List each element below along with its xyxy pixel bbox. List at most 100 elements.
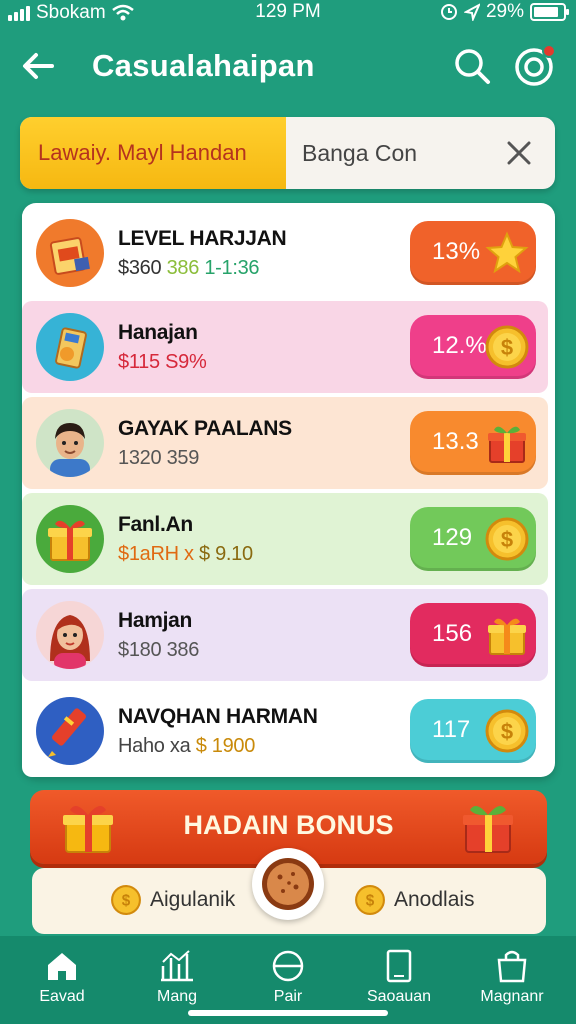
- star-icon: [485, 231, 529, 274]
- close-icon[interactable]: [501, 135, 537, 171]
- item-name: Fanl.An: [118, 513, 193, 536]
- nav-label: Pair: [273, 988, 303, 1005]
- list-item[interactable]: Fanl.An $1aRH x $ 9.10 129 $: [22, 493, 548, 585]
- list-item[interactable]: LEVEL HARJJAN $360 386 1-1:36 13%: [22, 207, 548, 299]
- home-indicator[interactable]: [188, 1010, 388, 1016]
- score-pill[interactable]: 13%: [410, 221, 536, 285]
- svg-text:$: $: [366, 893, 375, 910]
- gift-icon: [488, 618, 526, 655]
- reward-right[interactable]: $ Anodlais: [354, 884, 475, 916]
- item-stats: $360 386 1-1:36: [118, 257, 260, 280]
- item-stat-a: Haho: [118, 735, 165, 757]
- list-item[interactable]: Hamjan $180 386 156: [22, 589, 548, 681]
- location-icon: [463, 3, 480, 21]
- nav-label: Mang: [156, 988, 198, 1005]
- reward-left-label: Aigulanik: [150, 888, 236, 911]
- item-stats: Haho xa $ 1900: [118, 735, 255, 758]
- nav-label: Eavad: [39, 988, 85, 1005]
- item-stat-b: $ 9.10: [198, 543, 253, 565]
- gift-icon: [463, 806, 513, 853]
- item-stat-a: $360: [118, 257, 162, 279]
- coin-icon: $: [485, 517, 529, 561]
- notification-badge: [542, 44, 556, 58]
- home-icon: [48, 953, 76, 980]
- item-stat-a: $1aRH x: [118, 543, 194, 565]
- item-stat-a: $180: [118, 639, 162, 661]
- score-pill[interactable]: 156: [410, 603, 536, 667]
- item-name: Hanajan: [118, 321, 198, 344]
- item-stat-b: 386: [166, 257, 200, 279]
- item-stat-b: 359: [166, 447, 200, 469]
- gift-icon: [488, 426, 526, 463]
- svg-text:$: $: [122, 893, 131, 910]
- nav-label: Saoauan: [366, 988, 432, 1005]
- notifications-button[interactable]: [512, 44, 556, 88]
- reward-right-label: Anodlais: [394, 888, 475, 911]
- coin-icon: $: [485, 709, 529, 753]
- item-stats: $180 386: [118, 639, 199, 662]
- ticket-icon: [36, 313, 104, 381]
- item-stat-a: 1320: [118, 447, 162, 469]
- item-name: Hamjan: [118, 609, 193, 632]
- score-value: 117: [432, 716, 471, 743]
- item-stat-b: S9%: [165, 351, 207, 373]
- ticket-icon: [36, 219, 104, 287]
- page-title: Casualahaipan: [92, 48, 315, 83]
- ranking-list: LEVEL HARJJAN $360 386 1-1:36 13% Hanaja…: [22, 203, 555, 777]
- score-pill[interactable]: 13.3: [410, 411, 536, 475]
- chart-icon: [161, 950, 193, 982]
- coin-icon: $: [355, 885, 385, 915]
- item-stat-c: 1-1:36: [204, 257, 260, 279]
- filter-tab-second[interactable]: Banga Con: [302, 117, 417, 189]
- score-value: 13.3: [432, 428, 479, 455]
- man-avatar: [36, 409, 104, 477]
- compass-icon: [272, 950, 304, 982]
- item-stat-c: $ 1900: [195, 735, 256, 757]
- item-stat-b: 386: [166, 639, 200, 661]
- coin-icon: $: [485, 325, 529, 369]
- svg-text:$: $: [501, 719, 513, 744]
- app-header: Casualahaipan: [0, 28, 576, 104]
- score-value: 156: [432, 620, 473, 647]
- svg-text:$: $: [501, 527, 513, 552]
- nav-item-home[interactable]: Eavad: [6, 948, 118, 1006]
- nav-item-magnanr[interactable]: Magnanr: [456, 948, 568, 1006]
- back-arrow-icon[interactable]: [18, 46, 58, 86]
- list-item[interactable]: Hanajan $115 S9% 12.% $: [22, 301, 548, 393]
- item-name: GAYAK PAALANS: [118, 417, 292, 440]
- item-stat-b: xa: [169, 735, 191, 757]
- nav-item-pair[interactable]: Pair: [232, 948, 344, 1006]
- nav-item-saoauan[interactable]: Saoauan: [343, 948, 455, 1006]
- card-icon: [386, 949, 412, 983]
- filter-tab-active[interactable]: Lawaiy. Mayl Handan: [20, 117, 286, 189]
- item-stats: $1aRH x $ 9.10: [118, 543, 253, 566]
- status-bar: Sbokam 129 PM 29%: [0, 0, 576, 26]
- bag-icon: [497, 950, 527, 983]
- alarm-icon: [440, 4, 457, 20]
- score-value: 12.%: [432, 332, 487, 359]
- score-pill[interactable]: 12.% $: [410, 315, 536, 379]
- filter-bar: Lawaiy. Mayl Handan Banga Con: [20, 117, 555, 189]
- reward-left[interactable]: $ Aigulanik: [110, 884, 235, 916]
- list-item[interactable]: GAYAK PAALANS 1320 359 13.3: [22, 397, 548, 489]
- coin-icon: $: [111, 885, 141, 915]
- score-pill[interactable]: 129 $: [410, 507, 536, 571]
- score-value: 13%: [432, 238, 481, 265]
- crayon-icon: [36, 697, 104, 765]
- item-name: LEVEL HARJJAN: [118, 227, 287, 250]
- woman-avatar: [36, 601, 104, 669]
- cookie-button[interactable]: [252, 848, 324, 920]
- svg-text:$: $: [501, 335, 513, 360]
- item-name: NAVQHAN HARMAN: [118, 705, 318, 728]
- list-item[interactable]: NAVQHAN HARMAN Haho xa $ 1900 117 $: [22, 685, 548, 777]
- item-stats: 1320 359: [118, 447, 199, 470]
- nav-item-mang[interactable]: Mang: [121, 948, 233, 1006]
- item-stats: $115 S9%: [118, 351, 207, 374]
- score-pill[interactable]: 117 $: [410, 699, 536, 763]
- search-icon[interactable]: [452, 46, 492, 86]
- gift-icon: [36, 505, 104, 573]
- score-value: 129: [432, 524, 473, 551]
- cookie-icon: [262, 858, 314, 910]
- nav-label: Magnanr: [480, 988, 544, 1005]
- item-stat-a: $115: [118, 351, 160, 373]
